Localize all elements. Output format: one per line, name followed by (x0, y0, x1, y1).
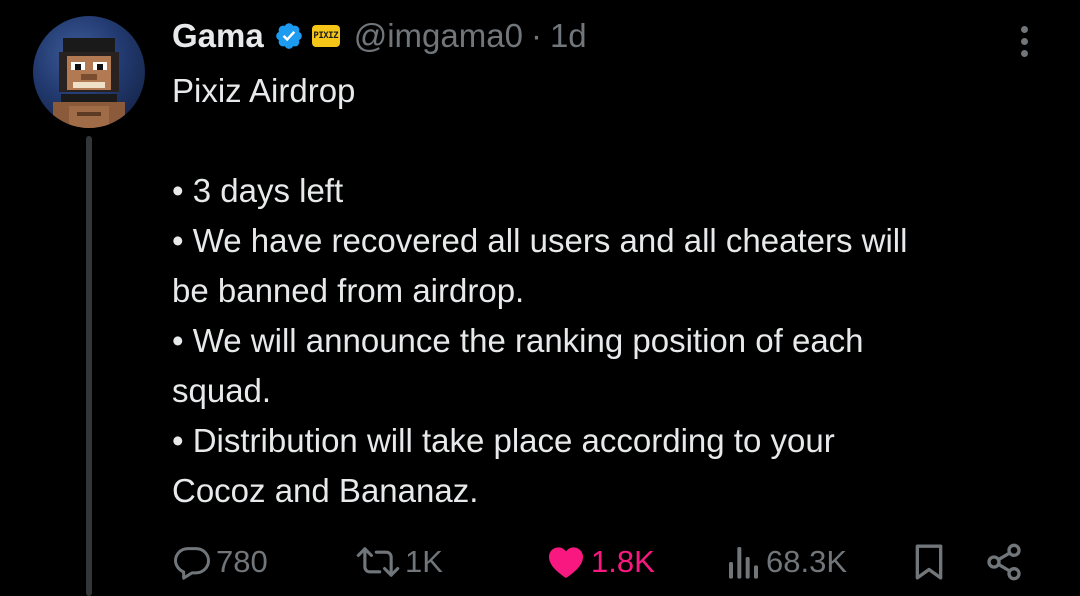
bookmark-button[interactable] (912, 540, 946, 584)
author-display-name[interactable]: Gama (172, 17, 264, 55)
reply-icon (172, 542, 212, 582)
share-button[interactable] (984, 540, 1024, 584)
tweet-line: Pixiz Airdrop (172, 72, 356, 109)
tweet-header: Gama PIXIZ @imgama0 · 1d (172, 14, 587, 58)
author-handle[interactable]: @imgama0 (354, 17, 523, 55)
views-count: 68.3K (766, 544, 848, 579)
affiliate-badge-logo[interactable]: PIXIZ (311, 25, 340, 47)
tweet-timestamp[interactable]: 1d (550, 17, 587, 55)
like-button[interactable]: 1.8K (545, 540, 655, 584)
tweet-line: • Distribution will take place according… (172, 422, 835, 459)
views-button[interactable]: 68.3K (726, 540, 847, 584)
tweet-line: • We have recovered all users and all ch… (172, 222, 908, 259)
tweet-body: Pixiz Airdrop • 3 days left • We have re… (172, 66, 1042, 516)
tweet-line: be banned from airdrop. (172, 272, 525, 309)
views-chart-icon (726, 542, 762, 582)
more-options-icon[interactable] (1010, 18, 1038, 64)
repost-count: 1K (405, 544, 443, 579)
share-icon (984, 542, 1024, 582)
header-separator: · (530, 17, 542, 54)
tweet-line: squad. (172, 372, 272, 409)
tweet-line: • 3 days left (172, 172, 344, 209)
reply-button[interactable]: 780 (172, 540, 268, 584)
repost-button[interactable]: 1K (355, 540, 443, 584)
tweet-line: Cocoz and Bananaz. (172, 472, 479, 509)
tweet-line: • We will announce the ranking position … (172, 322, 864, 359)
author-avatar[interactable] (33, 16, 145, 128)
heart-icon (545, 542, 587, 582)
reply-count: 780 (216, 544, 268, 579)
tweet-action-bar: 780 1K 1.8K 68.3K (0, 540, 1080, 584)
thread-connector-line (86, 136, 92, 596)
bookmark-icon (912, 542, 946, 582)
repost-icon (355, 542, 401, 582)
like-count: 1.8K (591, 544, 655, 579)
verified-badge-icon (274, 21, 304, 51)
